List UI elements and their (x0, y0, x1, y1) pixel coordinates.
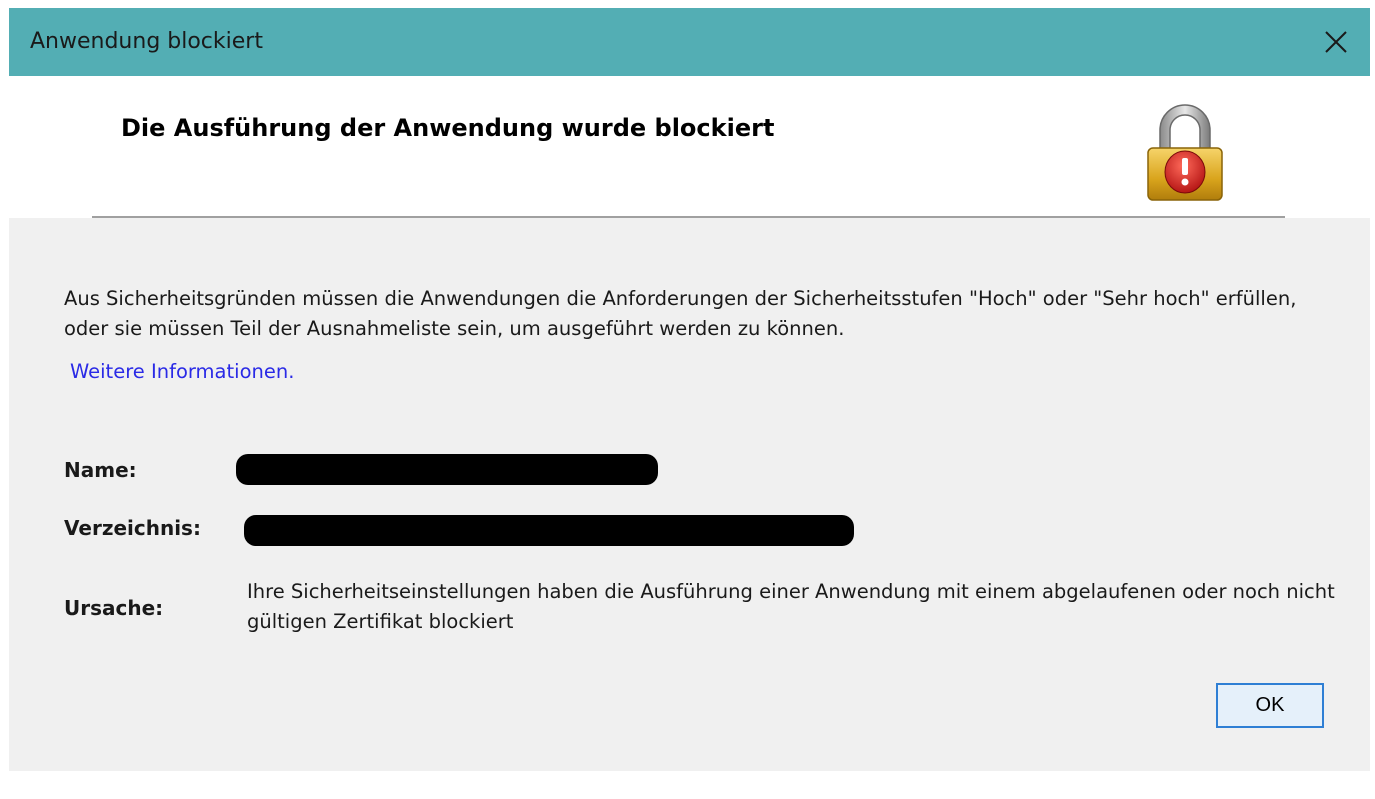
cause-label: Ursache: (64, 596, 164, 620)
directory-label: Verzeichnis: (64, 516, 201, 540)
window-title: Anwendung blockiert (30, 29, 263, 54)
cause-text: Ihre Sicherheitseinstellungen haben die … (247, 580, 1335, 633)
close-button[interactable] (1302, 8, 1370, 76)
dialog-body: Aus Sicherheitsgründen müssen die Anwend… (9, 218, 1370, 771)
name-value-redacted (236, 454, 658, 485)
dialog-header: Die Ausführung der Anwendung wurde block… (9, 76, 1370, 218)
ok-button[interactable]: OK (1216, 683, 1324, 728)
close-icon (1325, 31, 1347, 53)
padlock-warning-icon (1147, 104, 1223, 201)
title-bar: Anwendung blockiert (9, 8, 1370, 76)
more-info-link[interactable]: Weitere Informationen. (70, 360, 294, 383)
dialog-headline: Die Ausführung der Anwendung wurde block… (121, 114, 775, 142)
security-description: Aus Sicherheitsgründen müssen die Anwend… (64, 287, 1297, 340)
directory-value-redacted (244, 515, 854, 546)
name-label: Name: (64, 458, 137, 482)
